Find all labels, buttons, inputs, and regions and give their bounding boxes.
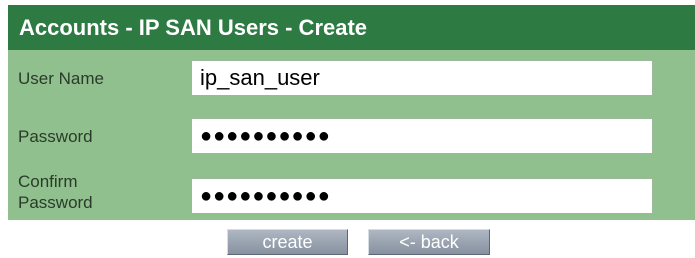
- create-button[interactable]: create: [227, 229, 348, 255]
- user-name-label: User Name: [18, 69, 104, 88]
- user-form: User Name ip_san_user Password ●●●●●●●●●…: [8, 50, 695, 220]
- user-name-field[interactable]: ip_san_user: [191, 60, 653, 96]
- password-label: Password: [18, 127, 93, 146]
- confirm-password-label-line2: Password: [18, 193, 93, 212]
- page-title: Accounts - IP SAN Users - Create: [8, 5, 695, 50]
- password-field[interactable]: ●●●●●●●●●●: [191, 118, 653, 154]
- confirm-password-label-line1: Confirm: [18, 172, 78, 191]
- create-user-panel: Accounts - IP SAN Users - Create User Na…: [8, 5, 695, 220]
- confirm-password-field[interactable]: ●●●●●●●●●●: [191, 178, 653, 214]
- back-button[interactable]: <- back: [368, 229, 490, 255]
